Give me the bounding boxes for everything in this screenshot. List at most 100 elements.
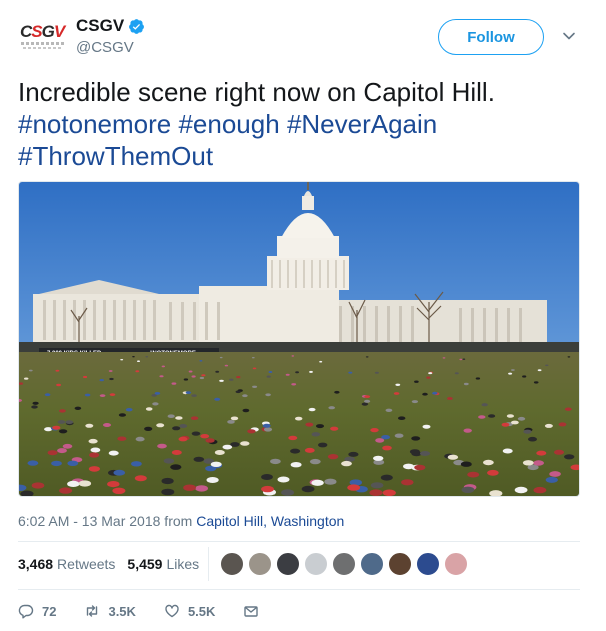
display-name[interactable]: CSGV: [76, 16, 124, 36]
liker-avatar[interactable]: [416, 552, 440, 576]
shoe: [401, 479, 414, 486]
hashtag-link[interactable]: #enough: [178, 109, 279, 139]
hashtag-link[interactable]: #NeverAgain: [287, 109, 437, 139]
shoe: [134, 475, 147, 482]
location-link[interactable]: Capitol Hill, Washington: [196, 513, 344, 529]
shoe: [511, 369, 515, 371]
shoe: [426, 376, 431, 379]
shoe: [242, 394, 248, 398]
shoe: [281, 489, 295, 496]
shoe: [395, 383, 401, 386]
hashtag-link[interactable]: #ThrowThemOut: [18, 141, 213, 171]
shoe: [291, 383, 297, 386]
hashtag-link[interactable]: #notonemore: [18, 109, 171, 139]
shoe: [549, 471, 561, 477]
shoe: [88, 466, 100, 472]
shoe: [219, 356, 223, 359]
shoe: [382, 445, 392, 451]
shoe: [113, 469, 126, 476]
chevron-down-icon[interactable]: [562, 29, 576, 43]
tweet-card: CSGV CSGV @CSGV Follow Incredible scene …: [0, 0, 606, 631]
liker-avatar[interactable]: [444, 552, 468, 576]
shoe: [235, 390, 241, 394]
shoe: [90, 447, 101, 453]
shoe: [51, 460, 62, 467]
heart-icon: [165, 604, 179, 618]
liker-avatar[interactable]: [276, 552, 300, 576]
shoe: [161, 365, 165, 368]
shoe: [214, 397, 221, 401]
retweet-action[interactable]: 3.5K: [84, 603, 136, 619]
shoe: [365, 356, 369, 358]
shoe: [517, 416, 526, 421]
shoe: [222, 444, 233, 450]
liker-avatar[interactable]: [220, 552, 244, 576]
shoe: [108, 370, 113, 372]
shoe: [185, 391, 192, 394]
retweets-count: 3,468: [18, 556, 54, 572]
liker-avatar[interactable]: [360, 552, 384, 576]
shoe: [373, 455, 384, 461]
shoe: [347, 484, 361, 491]
shoe: [67, 460, 79, 466]
liker-avatar[interactable]: [304, 552, 328, 576]
avatar-tagline-decoration-2: [23, 47, 61, 49]
shoe: [109, 377, 114, 381]
shoe: [506, 414, 514, 418]
shoe: [545, 364, 549, 367]
shoe: [277, 476, 290, 483]
shoe: [161, 477, 174, 485]
reply-count: 72: [42, 603, 57, 619]
shoe: [251, 357, 255, 359]
shoe: [263, 427, 273, 432]
liker-avatar[interactable]: [248, 552, 272, 576]
shoe: [447, 397, 453, 400]
shoe: [475, 377, 481, 380]
shoe: [179, 424, 188, 428]
shoe: [145, 407, 153, 411]
tweet-photo[interactable]: 7,000 KIDS KILLED #NOTONEMORE: [18, 181, 580, 497]
shoe: [59, 487, 73, 494]
shoe: [330, 426, 339, 431]
shoe: [20, 490, 34, 496]
shoe: [447, 454, 459, 460]
avatar[interactable]: CSGV: [18, 16, 68, 54]
shoe: [159, 375, 164, 378]
shoe: [309, 370, 313, 373]
shoe: [242, 408, 250, 413]
shoe: [191, 375, 196, 378]
likes-stat[interactable]: 5,459 Likes: [127, 556, 199, 572]
shoe: [62, 443, 73, 449]
shoe: [428, 372, 433, 375]
shoe: [190, 416, 199, 420]
shoe: [171, 450, 182, 455]
shoe: [442, 357, 446, 359]
shoe: [454, 372, 459, 375]
shoe: [414, 464, 426, 471]
user-handle[interactable]: @CSGV: [76, 39, 134, 56]
shoe: [219, 379, 224, 382]
liker-avatar[interactable]: [332, 552, 356, 576]
shoe: [487, 469, 499, 476]
shoe: [247, 429, 256, 434]
like-action[interactable]: 5.5K: [164, 603, 215, 619]
shoe: [382, 489, 396, 496]
tweet-text: Incredible scene right now on Capitol Hi…: [18, 76, 588, 172]
shoe: [32, 401, 39, 405]
reply-action[interactable]: 72: [18, 603, 56, 619]
shoe: [109, 393, 116, 396]
follow-button[interactable]: Follow: [438, 19, 544, 55]
retweets-stat[interactable]: 3,468 Retweets: [18, 556, 115, 572]
engagement-stats: 3,468 Retweets 5,459 Likes: [18, 556, 211, 572]
tweet-timestamp[interactable]: 6:02 AM - 13 Mar 2018 from Capitol Hill,…: [18, 513, 344, 529]
shoe: [462, 358, 466, 360]
message-action[interactable]: [243, 603, 267, 619]
shoe: [55, 369, 60, 372]
shoe: [210, 461, 222, 467]
shoe: [200, 434, 210, 439]
liker-avatar[interactable]: [388, 552, 412, 576]
shoe: [206, 477, 219, 483]
shoe: [28, 369, 33, 372]
divider: [18, 589, 580, 590]
avatar-tagline-decoration: [21, 42, 65, 45]
